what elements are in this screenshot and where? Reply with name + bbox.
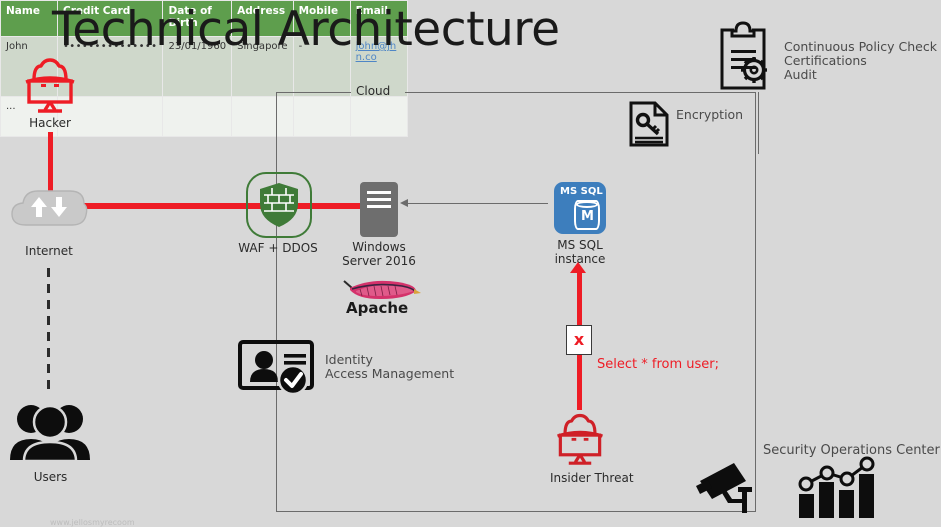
policy-label-line3: Audit [784, 67, 817, 82]
cell-dob [162, 96, 233, 137]
windows-server-label-line1: Windows [352, 240, 406, 254]
hacker-monitor-icon [25, 58, 75, 113]
iam-label-line1: Identity [325, 352, 373, 367]
apache-label: Apache [346, 299, 409, 317]
page-title: Technical Architecture [52, 2, 560, 57]
attack-line-insider-to-db-lower [577, 352, 582, 410]
database-cylinder-letter: M [581, 209, 594, 224]
mssql-badge-text: MS SQL [560, 186, 603, 197]
hacker-monitor-icon [557, 413, 603, 465]
soc-camera-node [692, 455, 762, 515]
encryption-label: Encryption [676, 107, 744, 122]
mssql-label-line1: MS SQL [557, 238, 603, 252]
diagram-canvas: Technical Architecture Cloud Hacker Inte… [0, 0, 941, 527]
soc-label: Security Operations Center [763, 443, 940, 458]
hacker-node: Hacker [20, 52, 80, 138]
id-card-check-icon [238, 340, 314, 396]
cloud-boundary-top-left [276, 92, 351, 93]
clipboard-gear-icon [720, 21, 767, 90]
internet-label: Internet [25, 244, 73, 258]
policy-label-line2: Certifications [784, 53, 867, 68]
insider-threat-node: Insider Threat [550, 408, 634, 488]
connector-db-to-server-arrowhead [400, 199, 408, 207]
connector-encryption-to-cloud [758, 92, 759, 154]
sql-injection-query: Select * from user; [597, 357, 719, 372]
iam-label-line2: Access Management [325, 366, 455, 381]
users-group-icon [10, 404, 90, 463]
cloud-boundary-top-right [405, 92, 756, 93]
cloud-boundary-label: Cloud [356, 84, 391, 98]
policy-audit-node [712, 21, 778, 92]
cloud-updown-arrows-icon [11, 190, 88, 226]
attack-arrowhead-to-db [570, 262, 586, 273]
waf-ddos-label: WAF + DDOS [238, 241, 318, 255]
waf-ddos-node [258, 182, 300, 228]
database-cylinder-top [576, 201, 598, 208]
cctv-camera-icon [696, 463, 752, 513]
attack-line-internet-to-server [80, 203, 360, 209]
document-key-icon [629, 101, 669, 147]
soc-chart-node [797, 456, 883, 520]
users-node: Users [8, 402, 93, 488]
attack-line-insider-to-db-upper [577, 268, 582, 328]
users-label: Users [33, 470, 68, 484]
insider-threat-label: Insider Threat [550, 471, 634, 485]
policy-label-line1: Continuous Policy Check [784, 39, 937, 54]
bar-chart-line-icon [798, 456, 875, 518]
encryption-node [628, 100, 670, 148]
table-header-name: Name [0, 0, 58, 37]
windows-server-label-line2: Server 2016 [342, 254, 416, 268]
internet-node: Internet [8, 185, 90, 265]
firewall-shield-icon [260, 183, 298, 227]
connector-db-to-server-line [406, 203, 548, 204]
server-rack-icon [360, 182, 398, 237]
hacker-label: Hacker [29, 116, 71, 130]
sql-injection-blocked-marker: x [566, 325, 592, 355]
iam-node [238, 340, 316, 396]
connector-internet-to-users [47, 268, 50, 394]
watermark-text: www.jellosmyrecoom [50, 518, 135, 527]
